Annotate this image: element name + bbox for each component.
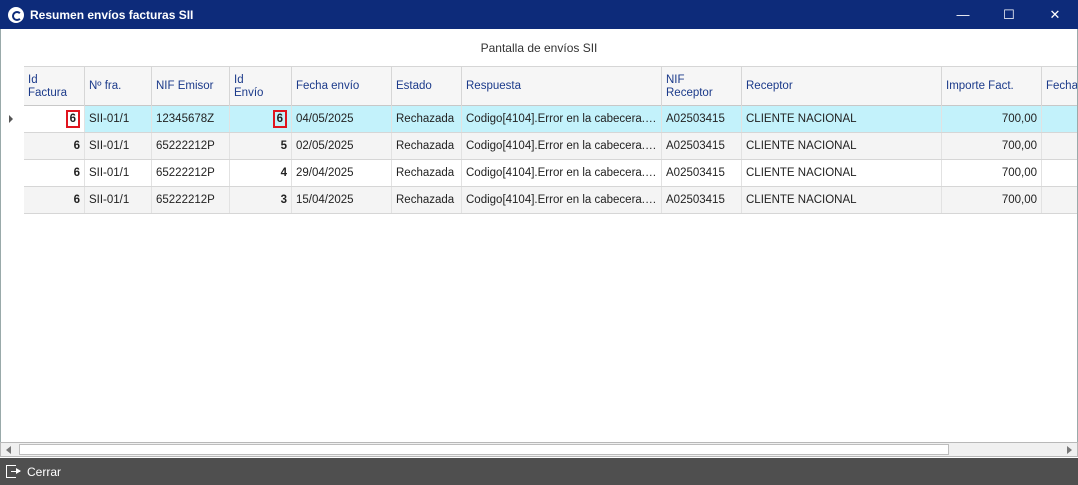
scrollbar-thumb[interactable]: [19, 444, 949, 455]
cell-estado[interactable]: Rechazada: [392, 187, 462, 213]
scroll-right-icon[interactable]: [1067, 446, 1072, 454]
cell-estado[interactable]: Rechazada: [392, 160, 462, 186]
cell-respuesta[interactable]: Codigo[4104].Error en la cabecera.…: [462, 160, 662, 186]
grid-header: Id Factura Nº fra. NIF Emisor Id Envío Fec…: [24, 66, 1077, 106]
submissions-grid[interactable]: Id Factura Nº fra. NIF Emisor Id Envío Fec…: [0, 66, 1078, 442]
cell-fecha-envio[interactable]: 29/04/2025: [292, 160, 392, 186]
column-header-importe-fact[interactable]: Importe Fact.: [942, 67, 1042, 106]
cell-id-factura[interactable]: 6: [24, 187, 85, 213]
cell-id-envio[interactable]: 5: [230, 133, 292, 159]
window-controls: — ☐ ✕: [940, 0, 1078, 29]
scroll-left-icon[interactable]: [6, 446, 11, 454]
cell-nif-emisor[interactable]: 65222212P: [152, 160, 230, 186]
screen-subtitle: Pantalla de envíos SII: [0, 29, 1078, 66]
column-header-n-fra[interactable]: Nº fra.: [85, 67, 152, 106]
cell-estado[interactable]: Rechazada: [392, 133, 462, 159]
cell-importe-fact[interactable]: 700,00: [942, 133, 1042, 159]
row-indicator-column: [1, 66, 24, 213]
cell-id-envio[interactable]: 4: [230, 160, 292, 186]
cell-respuesta[interactable]: Codigo[4104].Error en la cabecera.…: [462, 187, 662, 213]
cell-nif-emisor[interactable]: 12345678Z: [152, 106, 230, 132]
cell-receptor[interactable]: CLIENTE NACIONAL: [742, 187, 942, 213]
cell-fecha[interactable]: 1: [1042, 106, 1077, 132]
cell-respuesta[interactable]: Codigo[4104].Error en la cabecera.…: [462, 106, 662, 132]
window-title: Resumen envíos facturas SII: [30, 7, 194, 22]
column-header-respuesta[interactable]: Respuesta: [462, 67, 662, 106]
cell-nif-receptor[interactable]: A02503415: [662, 106, 742, 132]
column-header-fecha-envio[interactable]: Fecha envío: [292, 67, 392, 106]
cell-receptor[interactable]: CLIENTE NACIONAL: [742, 160, 942, 186]
app-logo-icon: [8, 6, 24, 23]
exit-icon: [6, 465, 21, 478]
table-row[interactable]: 6 SII-01/1 12345678Z 6 04/05/2025 Rechaz…: [24, 106, 1077, 133]
cell-id-envio[interactable]: 6: [230, 106, 292, 132]
table-row[interactable]: 6 SII-01/1 65222212P 3 15/04/2025 Rechaz…: [24, 187, 1077, 214]
cell-id-factura[interactable]: 6: [24, 106, 85, 132]
footer-bar: Cerrar: [0, 458, 1078, 485]
cell-nif-receptor[interactable]: A02503415: [662, 187, 742, 213]
cell-n-fra[interactable]: SII-01/1: [85, 133, 152, 159]
column-header-id-envio[interactable]: Id Envío: [230, 67, 292, 106]
cell-nif-emisor[interactable]: 65222212P: [152, 133, 230, 159]
cell-importe-fact[interactable]: 700,00: [942, 160, 1042, 186]
cell-fecha-envio[interactable]: 04/05/2025: [292, 106, 392, 132]
current-row-pointer-icon: [9, 115, 13, 123]
cell-fecha-envio[interactable]: 02/05/2025: [292, 133, 392, 159]
cell-n-fra[interactable]: SII-01/1: [85, 106, 152, 132]
cell-receptor[interactable]: CLIENTE NACIONAL: [742, 106, 942, 132]
title-bar: Resumen envíos facturas SII — ☐ ✕: [0, 0, 1078, 29]
column-header-receptor[interactable]: Receptor: [742, 67, 942, 106]
maximize-button[interactable]: ☐: [986, 0, 1032, 29]
cell-importe-fact[interactable]: 700,00: [942, 106, 1042, 132]
cell-id-envio[interactable]: 3: [230, 187, 292, 213]
cell-nif-receptor[interactable]: A02503415: [662, 133, 742, 159]
cell-fecha-envio[interactable]: 15/04/2025: [292, 187, 392, 213]
horizontal-scrollbar[interactable]: [0, 442, 1078, 457]
cell-nif-emisor[interactable]: 65222212P: [152, 187, 230, 213]
cell-receptor[interactable]: CLIENTE NACIONAL: [742, 133, 942, 159]
cell-fecha[interactable]: 1: [1042, 187, 1077, 213]
table-row[interactable]: 6 SII-01/1 65222212P 5 02/05/2025 Rechaz…: [24, 133, 1077, 160]
column-header-fecha[interactable]: Fecha: [1042, 67, 1077, 106]
cell-estado[interactable]: Rechazada: [392, 106, 462, 132]
close-button-label: Cerrar: [27, 464, 62, 479]
cell-fecha[interactable]: 1: [1042, 133, 1077, 159]
cell-respuesta[interactable]: Codigo[4104].Error en la cabecera.…: [462, 133, 662, 159]
close-window-button[interactable]: ✕: [1032, 0, 1078, 29]
column-header-estado[interactable]: Estado: [392, 67, 462, 106]
cell-nif-receptor[interactable]: A02503415: [662, 160, 742, 186]
cell-id-factura[interactable]: 6: [24, 133, 85, 159]
cell-fecha[interactable]: 1: [1042, 160, 1077, 186]
table-row[interactable]: 6 SII-01/1 65222212P 4 29/04/2025 Rechaz…: [24, 160, 1077, 187]
cell-n-fra[interactable]: SII-01/1: [85, 187, 152, 213]
cell-n-fra[interactable]: SII-01/1: [85, 160, 152, 186]
column-header-nif-emisor[interactable]: NIF Emisor: [152, 67, 230, 106]
highlight-id-envio: 6: [272, 110, 287, 128]
cell-id-factura[interactable]: 6: [24, 160, 85, 186]
cell-importe-fact[interactable]: 700,00: [942, 187, 1042, 213]
close-button[interactable]: Cerrar: [6, 465, 61, 479]
column-header-nif-receptor[interactable]: NIF Receptor: [662, 67, 742, 106]
highlight-id-factura: 6: [65, 110, 80, 128]
minimize-button[interactable]: —: [940, 0, 986, 29]
column-header-id-factura[interactable]: Id Factura: [24, 67, 85, 106]
